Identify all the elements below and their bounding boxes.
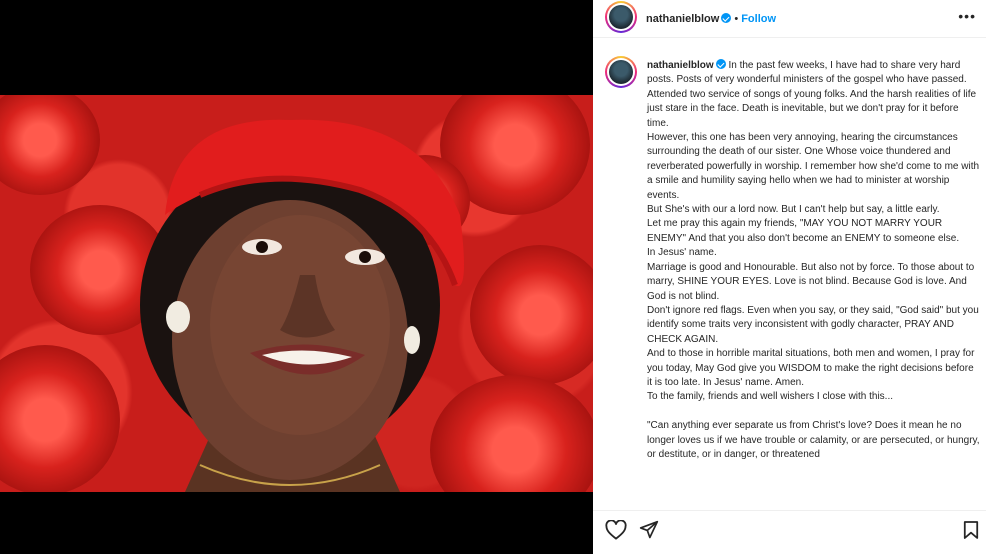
caption-profile-photo — [609, 60, 633, 84]
post-header: nathanielblow • Follow ••• — [593, 0, 986, 38]
verified-badge-icon — [715, 59, 726, 69]
right-earring — [404, 326, 420, 354]
left-pupil — [256, 241, 268, 253]
caption-text: In the past few weeks, I have had to sha… — [647, 60, 980, 460]
action-bar — [593, 510, 986, 554]
header-username[interactable]: nathanielblow — [646, 13, 719, 25]
separator-dot: • — [734, 13, 739, 25]
post-photo[interactable] — [0, 95, 593, 492]
bookmark-icon[interactable] — [963, 520, 979, 540]
right-pupil — [359, 251, 371, 263]
post-sidebar: nathanielblow • Follow ••• nathanielblow I… — [593, 0, 986, 554]
heart-icon[interactable] — [605, 520, 627, 540]
woman-portrait — [140, 119, 464, 492]
header-user-row: nathanielblow • Follow — [646, 9, 776, 27]
follow-button[interactable]: Follow — [741, 13, 776, 25]
caption-scroll-area[interactable]: nathanielblow In the past few weeks, I h… — [593, 52, 986, 510]
profile-photo — [609, 5, 633, 29]
verified-badge-icon — [721, 13, 732, 23]
caption-avatar[interactable] — [605, 56, 637, 88]
post-media-pane — [0, 0, 593, 554]
avatar[interactable] — [605, 1, 637, 33]
left-earring — [166, 301, 190, 333]
more-horizontal-icon[interactable]: ••• — [958, 8, 976, 24]
caption-username[interactable]: nathanielblow — [647, 60, 714, 71]
caption: nathanielblow In the past few weeks, I h… — [647, 59, 981, 462]
send-icon[interactable] — [639, 520, 659, 540]
